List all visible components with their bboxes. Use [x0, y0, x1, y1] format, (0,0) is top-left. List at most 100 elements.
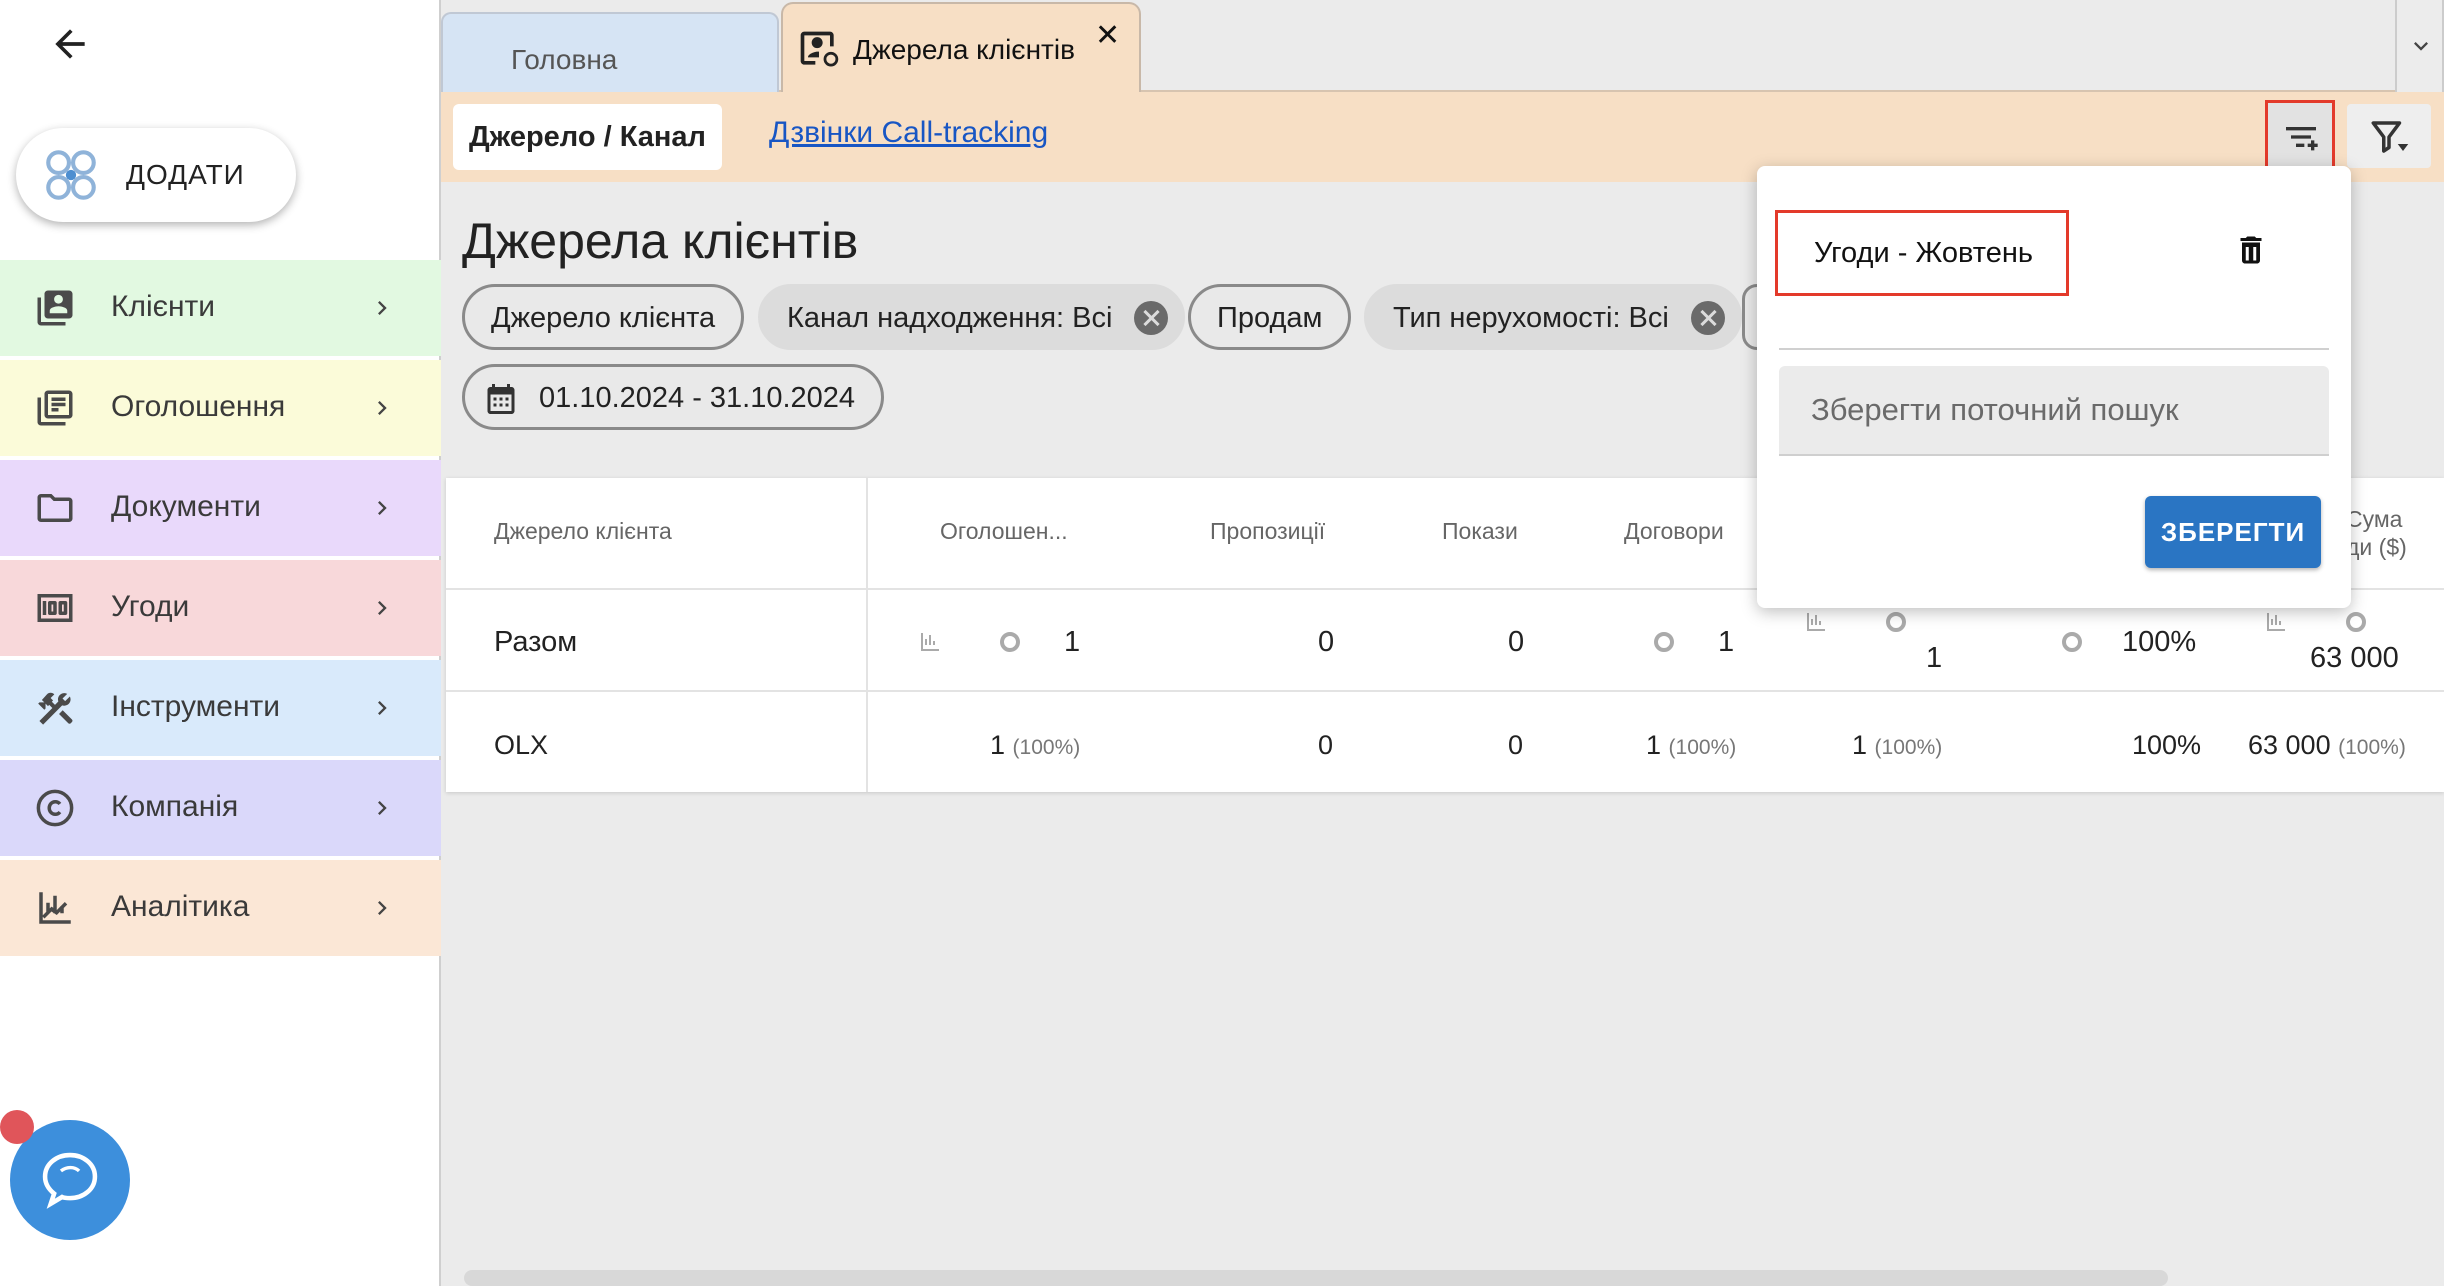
call-tracking-link[interactable]: Дзвінки Call-tracking [769, 116, 1048, 150]
chevron-down-icon [2414, 42, 2428, 51]
deals-total: 1 [1926, 642, 1943, 674]
delete-icon[interactable] [2233, 230, 2269, 270]
chart-icon[interactable] [918, 630, 942, 654]
column-header[interactable]: Сума [2346, 506, 2402, 533]
sidebar-item-tools[interactable]: Інструменти [0, 660, 441, 756]
sidebar-item-listings[interactable]: Оголошення [0, 360, 441, 456]
offers-cell: 0 [1318, 730, 1334, 760]
row-label: OLX [494, 730, 549, 760]
filter-list-add-icon [2286, 127, 2318, 151]
shows-total: 0 [1508, 626, 1525, 658]
sidebar-item-label: Компанія [111, 790, 239, 823]
sidebar-item-clients[interactable]: Клієнти [0, 260, 441, 356]
chevron-right-icon [378, 501, 387, 515]
saved-search-item[interactable]: Угоди - Жовтень [1775, 210, 2069, 296]
filter-chip-property-type[interactable]: Тип нерухомості: Всі [1364, 284, 1742, 350]
column-header[interactable]: Договори [1624, 518, 1724, 545]
sidebar-item-label: Інструменти [111, 690, 281, 723]
sidebar-item-label: Клієнти [111, 290, 216, 323]
listings-cell: 1 (100%) [990, 730, 1081, 760]
divider [1779, 348, 2329, 350]
filter-chip-label: Продам [1217, 302, 1323, 334]
sidebar-item-label: Оголошення [111, 390, 286, 423]
filter-chip-label: Канал надходження: Всі [787, 302, 1113, 334]
pie-chart-icon[interactable] [998, 630, 1022, 654]
table-row[interactable]: OLX 1 (100%) 0 0 1 (100%) 1 (100%) 100% … [446, 694, 2444, 796]
clear-filter-icon[interactable] [1690, 301, 1725, 335]
sum-cell: 63 000 (100%) [2248, 730, 2406, 760]
contracts-total: 1 [1718, 626, 1735, 658]
column-header[interactable]: ди ($) [2346, 534, 2407, 561]
chevron-right-icon [378, 701, 387, 715]
column-header[interactable]: Джерело клієнта [494, 518, 672, 545]
chat-bubble-icon [42, 1152, 98, 1209]
sidebar-item-deals[interactable]: Угоди [0, 560, 441, 656]
pie-chart-icon[interactable] [2060, 630, 2084, 654]
pie-chart-icon[interactable] [2344, 610, 2368, 634]
chart-icon[interactable] [1804, 610, 1828, 634]
money-icon [37, 594, 73, 622]
save-search-input[interactable] [1779, 366, 2329, 456]
listings-total: 1 [1064, 626, 1081, 658]
page-title: Джерела клієнтів [462, 213, 859, 269]
close-tab-icon[interactable]: ✕ [1095, 18, 1120, 53]
app-logo-icon [46, 150, 96, 200]
tab-home[interactable]: Головна [441, 12, 779, 92]
date-range-chip[interactable]: 01.10.2024 - 31.10.2024 [462, 364, 885, 430]
sidebar-nav: Клієнти Оголошення Документи Угоди Інстр… [0, 260, 441, 960]
filter-chip-client-source[interactable]: Джерело клієнта [462, 284, 745, 350]
saved-searches-button[interactable] [2265, 100, 2335, 172]
sidebar-item-company[interactable]: Компанія [0, 760, 441, 856]
filter-button[interactable] [2347, 104, 2431, 168]
filter-chip-channel[interactable]: Канал надходження: Всі [758, 284, 1186, 350]
filter-chip-label: Джерело клієнта [491, 302, 716, 334]
analytics-icon [39, 892, 71, 924]
chevron-right-icon [378, 801, 387, 815]
tab-client-sources[interactable]: Джерела клієнтів ✕ [781, 2, 1141, 94]
clients-icon [37, 290, 73, 326]
calendar-icon [487, 384, 515, 414]
shows-cell: 0 [1508, 730, 1524, 760]
chevron-right-icon [378, 401, 387, 415]
column-header[interactable]: Пропозиції [1210, 518, 1325, 545]
chevron-right-icon [378, 601, 387, 615]
sidebar-item-label: Угоди [111, 590, 190, 623]
back-arrow-icon[interactable] [48, 22, 92, 66]
save-button[interactable]: ЗБЕРЕГТИ [2145, 496, 2321, 568]
source-channel-tab[interactable]: Джерело / Канал [453, 104, 722, 170]
add-button[interactable]: ДОДАТИ [16, 128, 296, 222]
percent-cell: 100% [2132, 730, 2202, 760]
horizontal-scrollbar[interactable] [464, 1270, 2168, 1286]
saved-searches-popup: Угоди - Жовтень ЗБЕРЕГТИ [1757, 166, 2351, 608]
pie-chart-icon[interactable] [1652, 630, 1676, 654]
tab-bar: Головна Джерела клієнтів ✕ [441, 0, 2444, 94]
pie-chart-icon[interactable] [1884, 610, 1908, 634]
contact-source-icon [800, 31, 839, 67]
clear-filter-icon[interactable] [1134, 301, 1169, 335]
listings-icon [37, 390, 73, 426]
filter-funnel-icon [2371, 121, 2409, 153]
filter-chip-sell[interactable]: Продам [1188, 284, 1352, 350]
offers-total: 0 [1318, 626, 1335, 658]
tab-label: Головна [511, 44, 618, 75]
sidebar: ДОДАТИ Клієнти Оголошення Документи Угод… [0, 0, 441, 1286]
chevron-right-icon [378, 301, 387, 315]
sum-total: 63 000 [2310, 642, 2399, 674]
date-range-label: 01.10.2024 - 31.10.2024 [539, 382, 856, 414]
column-header[interactable]: Покази [1442, 518, 1518, 545]
row-label: Разом [494, 626, 578, 658]
chevron-right-icon [378, 901, 387, 915]
sidebar-item-label: Документи [111, 490, 261, 523]
folder-icon [37, 494, 73, 522]
sidebar-item-documents[interactable]: Документи [0, 460, 441, 556]
add-button-label: ДОДАТИ [126, 159, 245, 190]
notification-dot [0, 1110, 34, 1144]
contracts-cell: 1 (100%) [1646, 730, 1737, 760]
sidebar-item-label: Аналітика [111, 890, 250, 923]
tools-icon [38, 692, 73, 725]
chart-icon[interactable] [2264, 610, 2288, 634]
column-header[interactable]: Оголошен... [940, 518, 1068, 545]
sidebar-item-analytics[interactable]: Аналітика [0, 860, 441, 956]
tabs-dropdown-button[interactable] [2395, 0, 2444, 92]
deals-cell: 1 (100%) [1852, 730, 1943, 760]
